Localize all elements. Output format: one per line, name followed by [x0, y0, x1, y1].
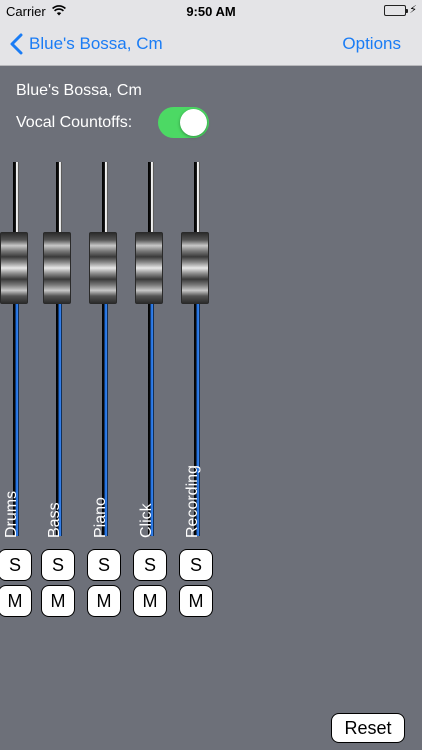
mixer-channel-piano: Piano S M [84, 160, 134, 620]
back-button-label: Blue's Bossa, Cm [29, 34, 163, 53]
fader-knob-click[interactable] [135, 232, 163, 304]
mixer-channel-click: Click S M [130, 160, 180, 620]
solo-button-piano[interactable]: S [87, 549, 121, 581]
solo-button-recording[interactable]: S [179, 549, 213, 581]
song-title: Blue's Bossa, Cm [16, 82, 142, 99]
mute-button-drums[interactable]: M [0, 585, 32, 617]
charging-bolt-icon: ⚡ [409, 4, 417, 16]
channel-label-bass: Bass [46, 502, 63, 538]
solo-button-bass[interactable]: S [41, 549, 75, 581]
fader-knob-drums[interactable] [0, 232, 28, 304]
toggle-knob [180, 109, 207, 136]
mixer-channel-bass: Bass S M [38, 160, 88, 620]
status-bar: Carrier 9:50 AM ⚡ [0, 0, 422, 22]
battery-icon [384, 5, 408, 16]
channel-label-drums: Drums [3, 490, 20, 538]
status-time: 9:50 AM [186, 4, 236, 19]
mute-button-bass[interactable]: M [41, 585, 75, 617]
chevron-left-icon [10, 33, 23, 55]
fader-track-level [56, 304, 62, 536]
fader-knob-bass[interactable] [43, 232, 71, 304]
reset-button[interactable]: Reset [331, 713, 405, 743]
channel-label-recording: Recording [184, 465, 201, 538]
mute-button-recording[interactable]: M [179, 585, 213, 617]
mute-button-click[interactable]: M [133, 585, 167, 617]
fader-track-level [148, 304, 154, 536]
fader-knob-piano[interactable] [89, 232, 117, 304]
fader-knob-recording[interactable] [181, 232, 209, 304]
vocal-countoffs-toggle[interactable] [158, 107, 209, 138]
vocal-countoffs-label: Vocal Countoffs: [16, 114, 133, 131]
back-button[interactable]: Blue's Bossa, Cm [10, 22, 163, 66]
options-button[interactable]: Options [342, 22, 401, 66]
navigation-bar: Blue's Bossa, Cm Options [0, 22, 422, 66]
mixer-channel-recording: Recording S M [176, 160, 226, 620]
solo-button-click[interactable]: S [133, 549, 167, 581]
channel-label-click: Click [138, 503, 155, 538]
mute-button-piano[interactable]: M [87, 585, 121, 617]
channel-label-piano: Piano [92, 497, 109, 538]
solo-button-drums[interactable]: S [0, 549, 32, 581]
